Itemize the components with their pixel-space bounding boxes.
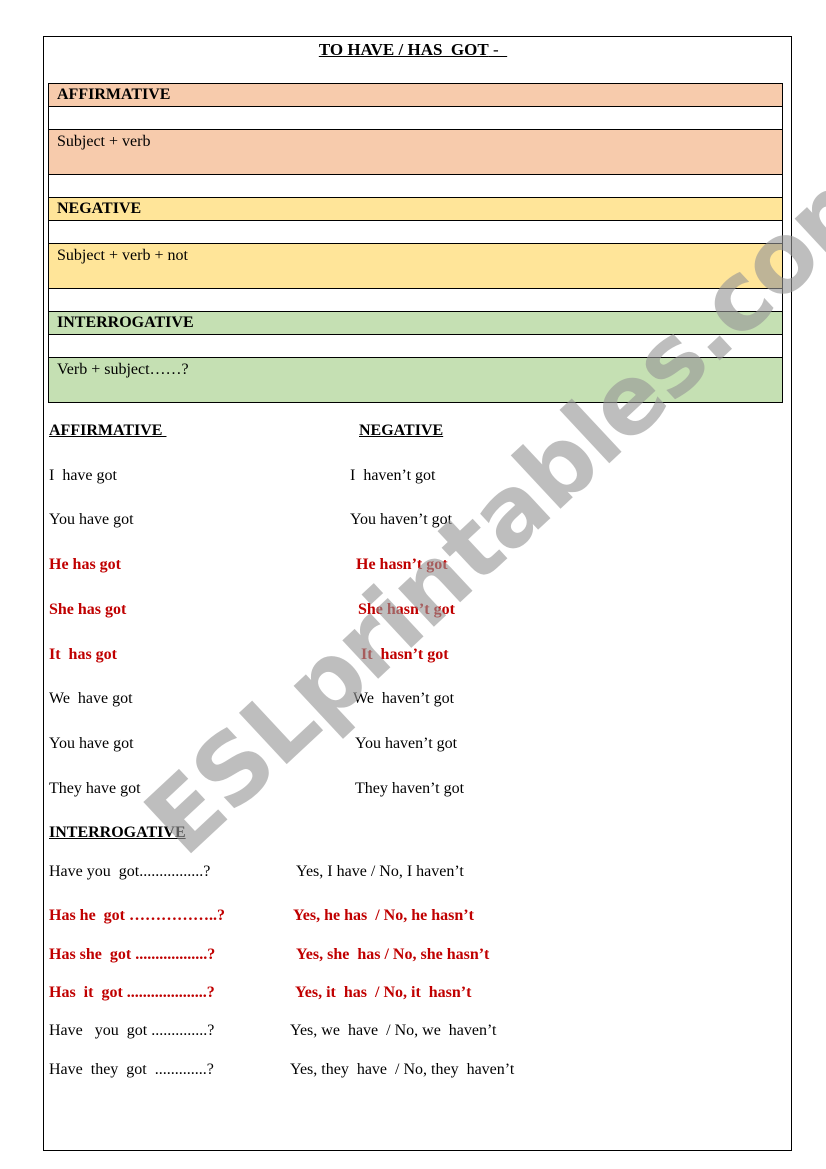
question-line: Have you got................? (49, 863, 211, 880)
blank-row (48, 106, 783, 130)
blank-row (48, 174, 783, 198)
title-suffix: - (488, 40, 508, 59)
answer-line: Yes, we have / No, we haven’t (290, 1022, 497, 1039)
affirmative-heading-cell: AFFIRMATIVE (48, 83, 783, 107)
answer-line: Yes, they have / No, they haven’t (290, 1061, 515, 1078)
title-main: TO HAVE / HAS GOT (318, 40, 489, 59)
negative-line: I haven’t got (350, 467, 436, 484)
interrogative-section-heading: INTERROGATIVE (49, 824, 186, 841)
negative-line: We haven’t got (353, 690, 455, 707)
negative-line: He hasn’t got (356, 556, 448, 573)
interrogative-formula-cell: Verb + subject……? (48, 357, 783, 403)
question-line: Have they got .............? (49, 1061, 214, 1078)
negative-line: She hasn’t got (358, 601, 455, 618)
negative-line: You haven’t got (350, 511, 453, 528)
affirmative-line: It has got (49, 646, 118, 663)
grammar-rules-table: AFFIRMATIVE Subject + verb NEGATIVE Subj… (48, 83, 783, 403)
affirmative-line: You have got (49, 735, 134, 752)
interrogative-heading-cell: INTERROGATIVE (48, 311, 783, 335)
affirmative-line: You have got (49, 511, 134, 528)
negative-line: You haven’t got (355, 735, 458, 752)
affirmative-line: I have got (49, 467, 117, 484)
negative-formula-cell: Subject + verb + not (48, 243, 783, 289)
affirmative-formula-cell: Subject + verb (48, 129, 783, 175)
blank-row (48, 334, 783, 358)
question-line: Has she got ..................? (49, 946, 216, 963)
question-line: Has it got ....................? (49, 984, 215, 1001)
answer-line: Yes, I have / No, I haven’t (296, 863, 464, 880)
negative-line: They haven’t got (355, 780, 465, 797)
question-line: Has he got ……………..? (49, 907, 225, 924)
affirmative-line: They have got (49, 780, 141, 797)
blank-row (48, 288, 783, 312)
question-line: Have you got ..............? (49, 1022, 215, 1039)
answer-line: Yes, he has / No, he hasn’t (293, 907, 474, 924)
negative-heading-cell: NEGATIVE (48, 197, 783, 221)
blank-row (48, 220, 783, 244)
answer-line: Yes, she has / No, she hasn’t (296, 946, 490, 963)
affirmative-section-heading: AFFIRMATIVE (49, 422, 167, 439)
affirmative-line: She has got (49, 601, 127, 618)
negative-section-heading: NEGATIVE (359, 422, 444, 439)
answer-line: Yes, it has / No, it hasn’t (295, 984, 472, 1001)
affirmative-line: He has got (49, 556, 121, 573)
negative-line: It hasn’t got (361, 646, 449, 663)
worksheet-title: TO HAVE / HAS GOT - (0, 40, 826, 60)
affirmative-line: We have got (49, 690, 133, 707)
